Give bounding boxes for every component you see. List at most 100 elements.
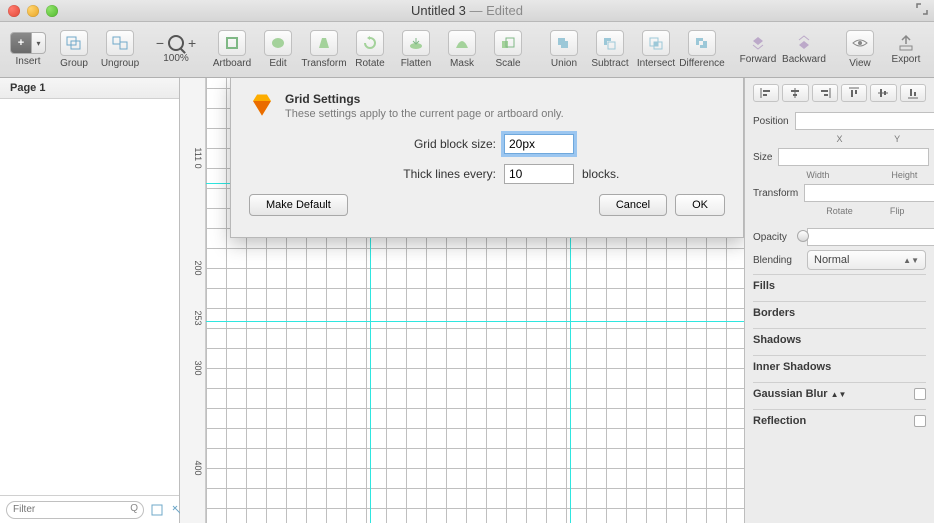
cancel-button[interactable]: Cancel [599, 194, 667, 216]
toolbar: +▾ Insert Group Ungroup − + 100% Artboar… [0, 22, 934, 78]
vertical-ruler: 111 0 200 253 300 400 [180, 78, 206, 523]
layers-sidebar: Page 1 Q [0, 78, 180, 523]
intersect-icon [642, 30, 670, 56]
size-label: Size [753, 152, 772, 163]
difference-icon [688, 30, 716, 56]
fills-section[interactable]: Fills [753, 274, 926, 297]
ungroup-tool[interactable]: Ungroup [100, 30, 140, 69]
page-selector[interactable]: Page 1 [0, 78, 179, 99]
reflection-section[interactable]: Reflection [753, 409, 926, 432]
make-default-button[interactable]: Make Default [249, 194, 348, 216]
fullscreen-icon[interactable] [916, 3, 928, 18]
blending-dropdown[interactable]: Normal ▲▼ [807, 250, 926, 270]
align-vcenter-button[interactable] [870, 84, 896, 102]
edited-indicator: — Edited [466, 3, 523, 18]
ruler-tick: 253 [193, 310, 203, 325]
canvas[interactable]: 111 0 200 253 300 400 Grid Settings Thes… [180, 78, 744, 523]
updown-icon: ▲▼ [903, 256, 919, 265]
group-tool[interactable]: Group [54, 30, 94, 69]
width-input[interactable] [778, 148, 929, 166]
edit-icon [264, 30, 292, 56]
minus-icon[interactable]: − [156, 35, 164, 51]
thick-lines-label: Thick lines every: [346, 167, 496, 181]
window-titlebar: Untitled 3 — Edited [0, 0, 934, 22]
grid-settings-dialog: Grid Settings These settings apply to th… [230, 78, 744, 238]
ruler-tick: 200 [193, 260, 203, 275]
intersect-tool[interactable]: Intersect [636, 30, 676, 69]
horizontal-guide[interactable] [206, 321, 744, 322]
align-bottom-button[interactable] [900, 84, 926, 102]
subtract-tool[interactable]: Subtract [590, 30, 630, 69]
union-icon [550, 30, 578, 56]
mask-tool[interactable]: Mask [442, 30, 482, 69]
artboard-tool[interactable]: Artboard [212, 30, 252, 69]
thick-lines-input[interactable] [504, 164, 574, 184]
view-label: View [849, 58, 871, 69]
mask-label: Mask [450, 58, 474, 69]
zoom-label: 100% [163, 53, 189, 64]
transform-label: Transform [753, 188, 798, 199]
x-sublabel: X [811, 134, 869, 144]
export-tool[interactable]: Export [886, 34, 926, 65]
artboard-label: Artboard [213, 58, 251, 69]
group-icon [60, 30, 88, 56]
insert-label: Insert [15, 56, 40, 67]
opacity-input[interactable] [807, 228, 934, 246]
transform-label: Transform [301, 58, 346, 69]
inner-shadows-section[interactable]: Inner Shadows [753, 355, 926, 378]
transform-tool[interactable]: Transform [304, 30, 344, 69]
subtract-label: Subtract [591, 58, 628, 69]
plus-icon: + [10, 32, 32, 54]
shadows-section[interactable]: Shadows [753, 328, 926, 351]
union-label: Union [551, 58, 577, 69]
ruler-tick: 300 [193, 360, 203, 375]
forward-tool[interactable]: Forward [738, 34, 778, 65]
subtract-icon [596, 30, 624, 56]
difference-tool[interactable]: Difference [682, 30, 722, 69]
dialog-title: Grid Settings [285, 92, 564, 106]
difference-label: Difference [679, 58, 724, 69]
rotate-sublabel: Rotate [811, 206, 869, 216]
align-left-button[interactable] [753, 84, 779, 102]
backward-tool[interactable]: Backward [784, 34, 824, 65]
ungroup-label: Ungroup [101, 58, 139, 69]
height-sublabel: Height [883, 170, 926, 180]
position-x-input[interactable] [795, 112, 934, 130]
zoom-tool[interactable]: − + 100% [156, 35, 196, 64]
borders-section[interactable]: Borders [753, 301, 926, 324]
forward-label: Forward [740, 54, 777, 65]
reflection-checkbox[interactable] [914, 415, 926, 427]
export-icon [898, 34, 914, 52]
rotate-input[interactable] [804, 184, 934, 202]
align-hcenter-button[interactable] [782, 84, 808, 102]
grid-block-size-input[interactable] [504, 134, 574, 154]
align-right-button[interactable] [812, 84, 838, 102]
window-title: Untitled 3 — Edited [0, 3, 934, 18]
plus-icon[interactable]: + [188, 35, 196, 51]
rotate-tool[interactable]: Rotate [350, 30, 390, 69]
scale-tool[interactable]: Scale [488, 30, 528, 69]
intersect-label: Intersect [637, 58, 675, 69]
view-tool[interactable]: View [840, 30, 880, 69]
union-tool[interactable]: Union [544, 30, 584, 69]
gaussian-blur-checkbox[interactable] [914, 388, 926, 400]
view-icon [846, 30, 874, 56]
rotate-icon [356, 30, 384, 56]
gaussian-blur-section[interactable]: Gaussian Blur ▲▼ [753, 382, 926, 405]
flatten-tool[interactable]: Flatten [396, 30, 436, 69]
y-sublabel: Y [868, 134, 926, 144]
edit-tool[interactable]: Edit [258, 30, 298, 69]
artboard-filter-icon[interactable] [150, 503, 164, 517]
sketch-app-icon [249, 92, 275, 118]
insert-tool[interactable]: +▾ Insert [8, 32, 48, 67]
ruler-tick: 111 0 [193, 147, 203, 168]
ruler-tick: 400 [193, 460, 203, 475]
dialog-subtitle: These settings apply to the current page… [285, 108, 564, 120]
align-top-button[interactable] [841, 84, 867, 102]
backward-icon [795, 34, 813, 52]
ok-button[interactable]: OK [675, 194, 725, 216]
chevron-down-icon: ▾ [32, 32, 46, 54]
edit-label: Edit [269, 58, 286, 69]
filter-input[interactable] [6, 501, 144, 519]
blending-value: Normal [814, 254, 849, 266]
